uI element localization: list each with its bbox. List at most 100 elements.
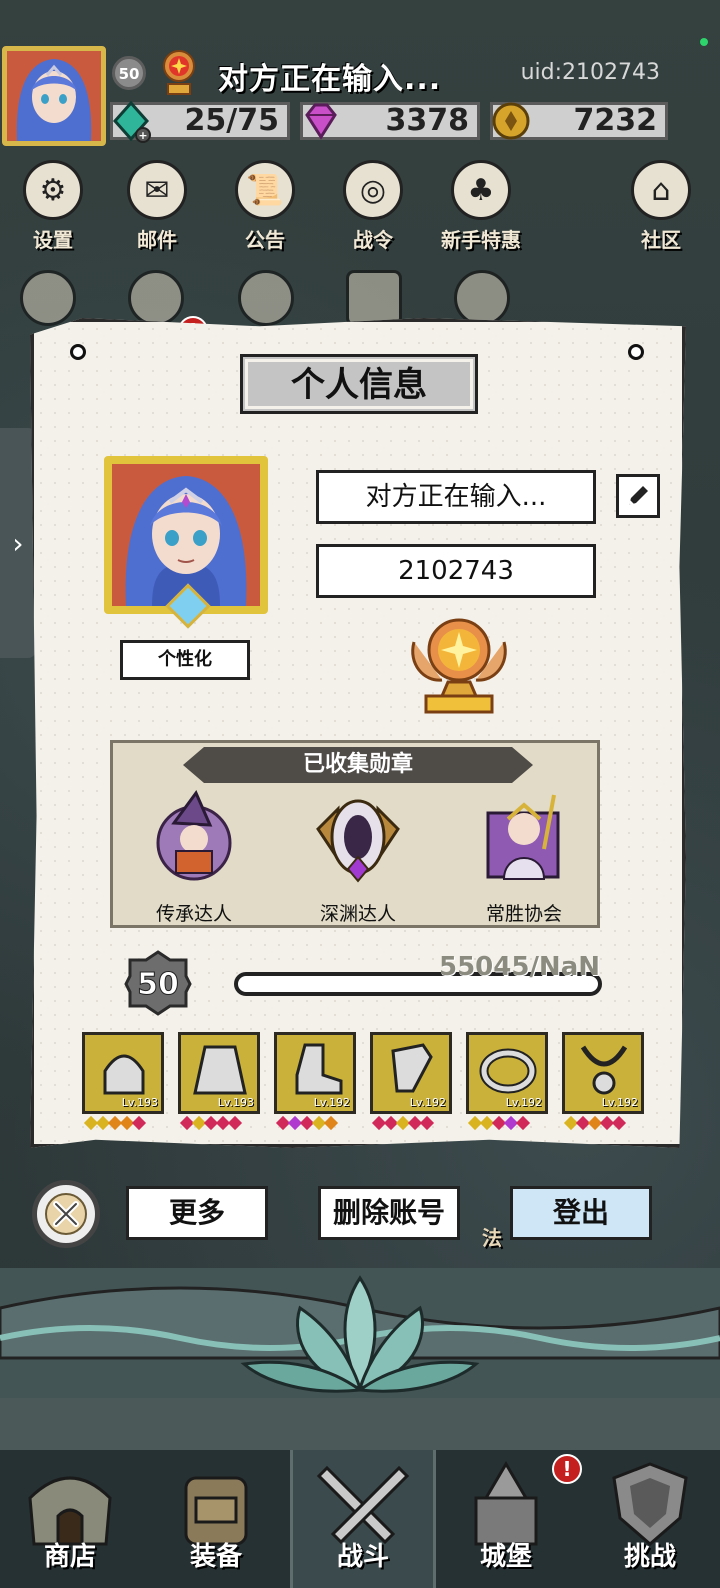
player-level-emblem: 50	[124, 950, 192, 1016]
rarity-star-icon	[227, 1115, 243, 1131]
equipment-slot[interactable]: Lv.192	[562, 1032, 644, 1114]
svg-text:50: 50	[137, 967, 179, 1002]
ground-band	[0, 1398, 720, 1454]
rarity-star-icon	[323, 1115, 339, 1131]
rarity-star-icon	[419, 1115, 435, 1131]
medal-panel-title: 已收集勋章	[183, 747, 533, 783]
name-field[interactable]: 对方正在输入...	[316, 470, 596, 524]
equipment-star-row	[563, 1115, 627, 1132]
ring-icon	[479, 1048, 537, 1094]
nav-challenge[interactable]: 挑战	[580, 1450, 720, 1588]
community-button[interactable]: ⌂ 社区	[616, 160, 706, 253]
svg-text:+: +	[138, 129, 147, 142]
equipment-level: Lv.192	[601, 1096, 638, 1109]
personalize-button[interactable]: 个性化	[120, 640, 250, 680]
mail-label: 邮件	[137, 228, 177, 252]
logout-button[interactable]: 登出	[510, 1186, 652, 1240]
pin-icon	[628, 344, 644, 360]
crossed-swords-icon	[316, 1465, 410, 1545]
pin-icon	[70, 344, 86, 360]
feature-icon-row: ⚙ 设置 ✉ 邮件 ! 📜 公告 ◎ 战令 ♣ 新手特惠 ⌂ 社区	[0, 160, 720, 346]
player-avatar[interactable]	[2, 46, 106, 146]
rarity-star-icon	[515, 1115, 531, 1131]
rarity-star-icon	[131, 1115, 147, 1131]
necklace-icon	[580, 1045, 628, 1095]
close-button[interactable]	[32, 1180, 100, 1248]
battle-pass-button[interactable]: ◎ 战令	[328, 160, 418, 253]
equipment-star-row	[83, 1115, 147, 1132]
equipment-level: Lv.192	[505, 1096, 542, 1109]
medal-name: 深渊达人	[319, 903, 396, 925]
medal-item[interactable]: 传承达人	[129, 789, 259, 926]
witch-medal-icon	[156, 790, 232, 881]
player-uid: uid:2102743	[520, 60, 660, 85]
equipment-slot[interactable]: Lv.193	[178, 1032, 260, 1114]
mail-icon: ✉	[127, 160, 187, 220]
castle-icon	[474, 1461, 538, 1546]
settings-button[interactable]: ⚙ 设置	[8, 160, 98, 253]
gold-counter[interactable]: 7232	[490, 102, 668, 140]
gem-value: 3378	[385, 103, 470, 138]
id-field: 2102743	[316, 544, 596, 598]
medal-trophy-icon[interactable]	[404, 612, 514, 722]
nav-shop[interactable]: 商店	[0, 1450, 140, 1588]
castle-notification-badge: !	[552, 1454, 582, 1484]
nav-equipment[interactable]: 装备	[146, 1450, 286, 1588]
top-bar: 50 对方正在输入... uid:2102743 + 25/75 3378 72…	[0, 40, 720, 150]
nav-battle[interactable]: 战斗	[290, 1450, 436, 1588]
equipment-slot[interactable]: Lv.193	[82, 1032, 164, 1114]
rarity-star-icon	[611, 1115, 627, 1131]
obscured-icon	[20, 270, 76, 326]
obscured-label: 法	[482, 1226, 502, 1250]
medal-item[interactable]: 常胜协会	[459, 789, 589, 926]
gift-bag-icon: ♣	[451, 160, 511, 220]
equipment-star-row	[179, 1115, 243, 1132]
side-drawer-tab[interactable]: ›	[0, 428, 36, 658]
gold-coin-icon	[492, 102, 530, 140]
settings-label: 设置	[33, 228, 73, 252]
more-button[interactable]: 更多	[126, 1186, 268, 1240]
player-level-badge: 50	[112, 56, 146, 90]
profile-modal	[30, 318, 686, 1148]
edit-name-button[interactable]	[616, 474, 660, 518]
equipment-star-row	[371, 1115, 435, 1132]
equipment-level: Lv.193	[121, 1096, 158, 1109]
gold-value: 7232	[573, 103, 658, 138]
equipment-slot[interactable]: Lv.192	[370, 1032, 452, 1114]
energy-counter[interactable]: + 25/75	[110, 100, 290, 143]
medal-name: 传承达人	[155, 903, 232, 925]
gear-icon: ⚙	[23, 160, 83, 220]
delete-account-button[interactable]: 删除账号	[318, 1186, 460, 1240]
obscured-icon	[454, 270, 510, 326]
trophy-icon[interactable]	[156, 48, 202, 98]
equipment-level: Lv.193	[217, 1096, 254, 1109]
bottom-nav: 商店 装备 战斗 城堡 ! 挑战	[0, 1450, 720, 1588]
scroll-icon: 📜	[235, 160, 295, 220]
energy-value: 25/75	[184, 103, 279, 138]
equipment-level: Lv.192	[409, 1096, 446, 1109]
obscured-icon	[346, 270, 402, 326]
announcement-label: 公告	[245, 228, 285, 252]
helmet-icon	[103, 1054, 145, 1095]
equipment-star-row	[275, 1115, 339, 1132]
xp-text: 55045/NaN	[438, 952, 600, 982]
equipment-star-row	[467, 1115, 531, 1132]
equipment-slot[interactable]: Lv.192	[274, 1032, 356, 1114]
medal-name: 常胜协会	[485, 903, 562, 925]
close-icon	[45, 1193, 87, 1235]
boot-icon	[295, 1043, 343, 1095]
pencil-icon	[629, 486, 648, 505]
home-icon: ⌂	[631, 160, 691, 220]
energy-crystal-icon: +	[112, 100, 151, 143]
medal-item[interactable]: 深渊达人	[293, 789, 423, 926]
priestess-medal-icon	[486, 794, 560, 880]
equipment-slot[interactable]: Lv.192	[466, 1032, 548, 1114]
shield-icon	[612, 1462, 688, 1546]
obscured-icon	[128, 270, 184, 326]
cape-icon	[193, 1045, 247, 1095]
announcement-button[interactable]: 📜 公告	[220, 160, 310, 253]
newbie-offer-button[interactable]: ♣ 新手特惠	[436, 160, 526, 253]
diamond-icon	[305, 103, 337, 140]
gem-counter[interactable]: 3378	[300, 102, 480, 140]
mail-button[interactable]: ✉ 邮件	[112, 160, 202, 253]
